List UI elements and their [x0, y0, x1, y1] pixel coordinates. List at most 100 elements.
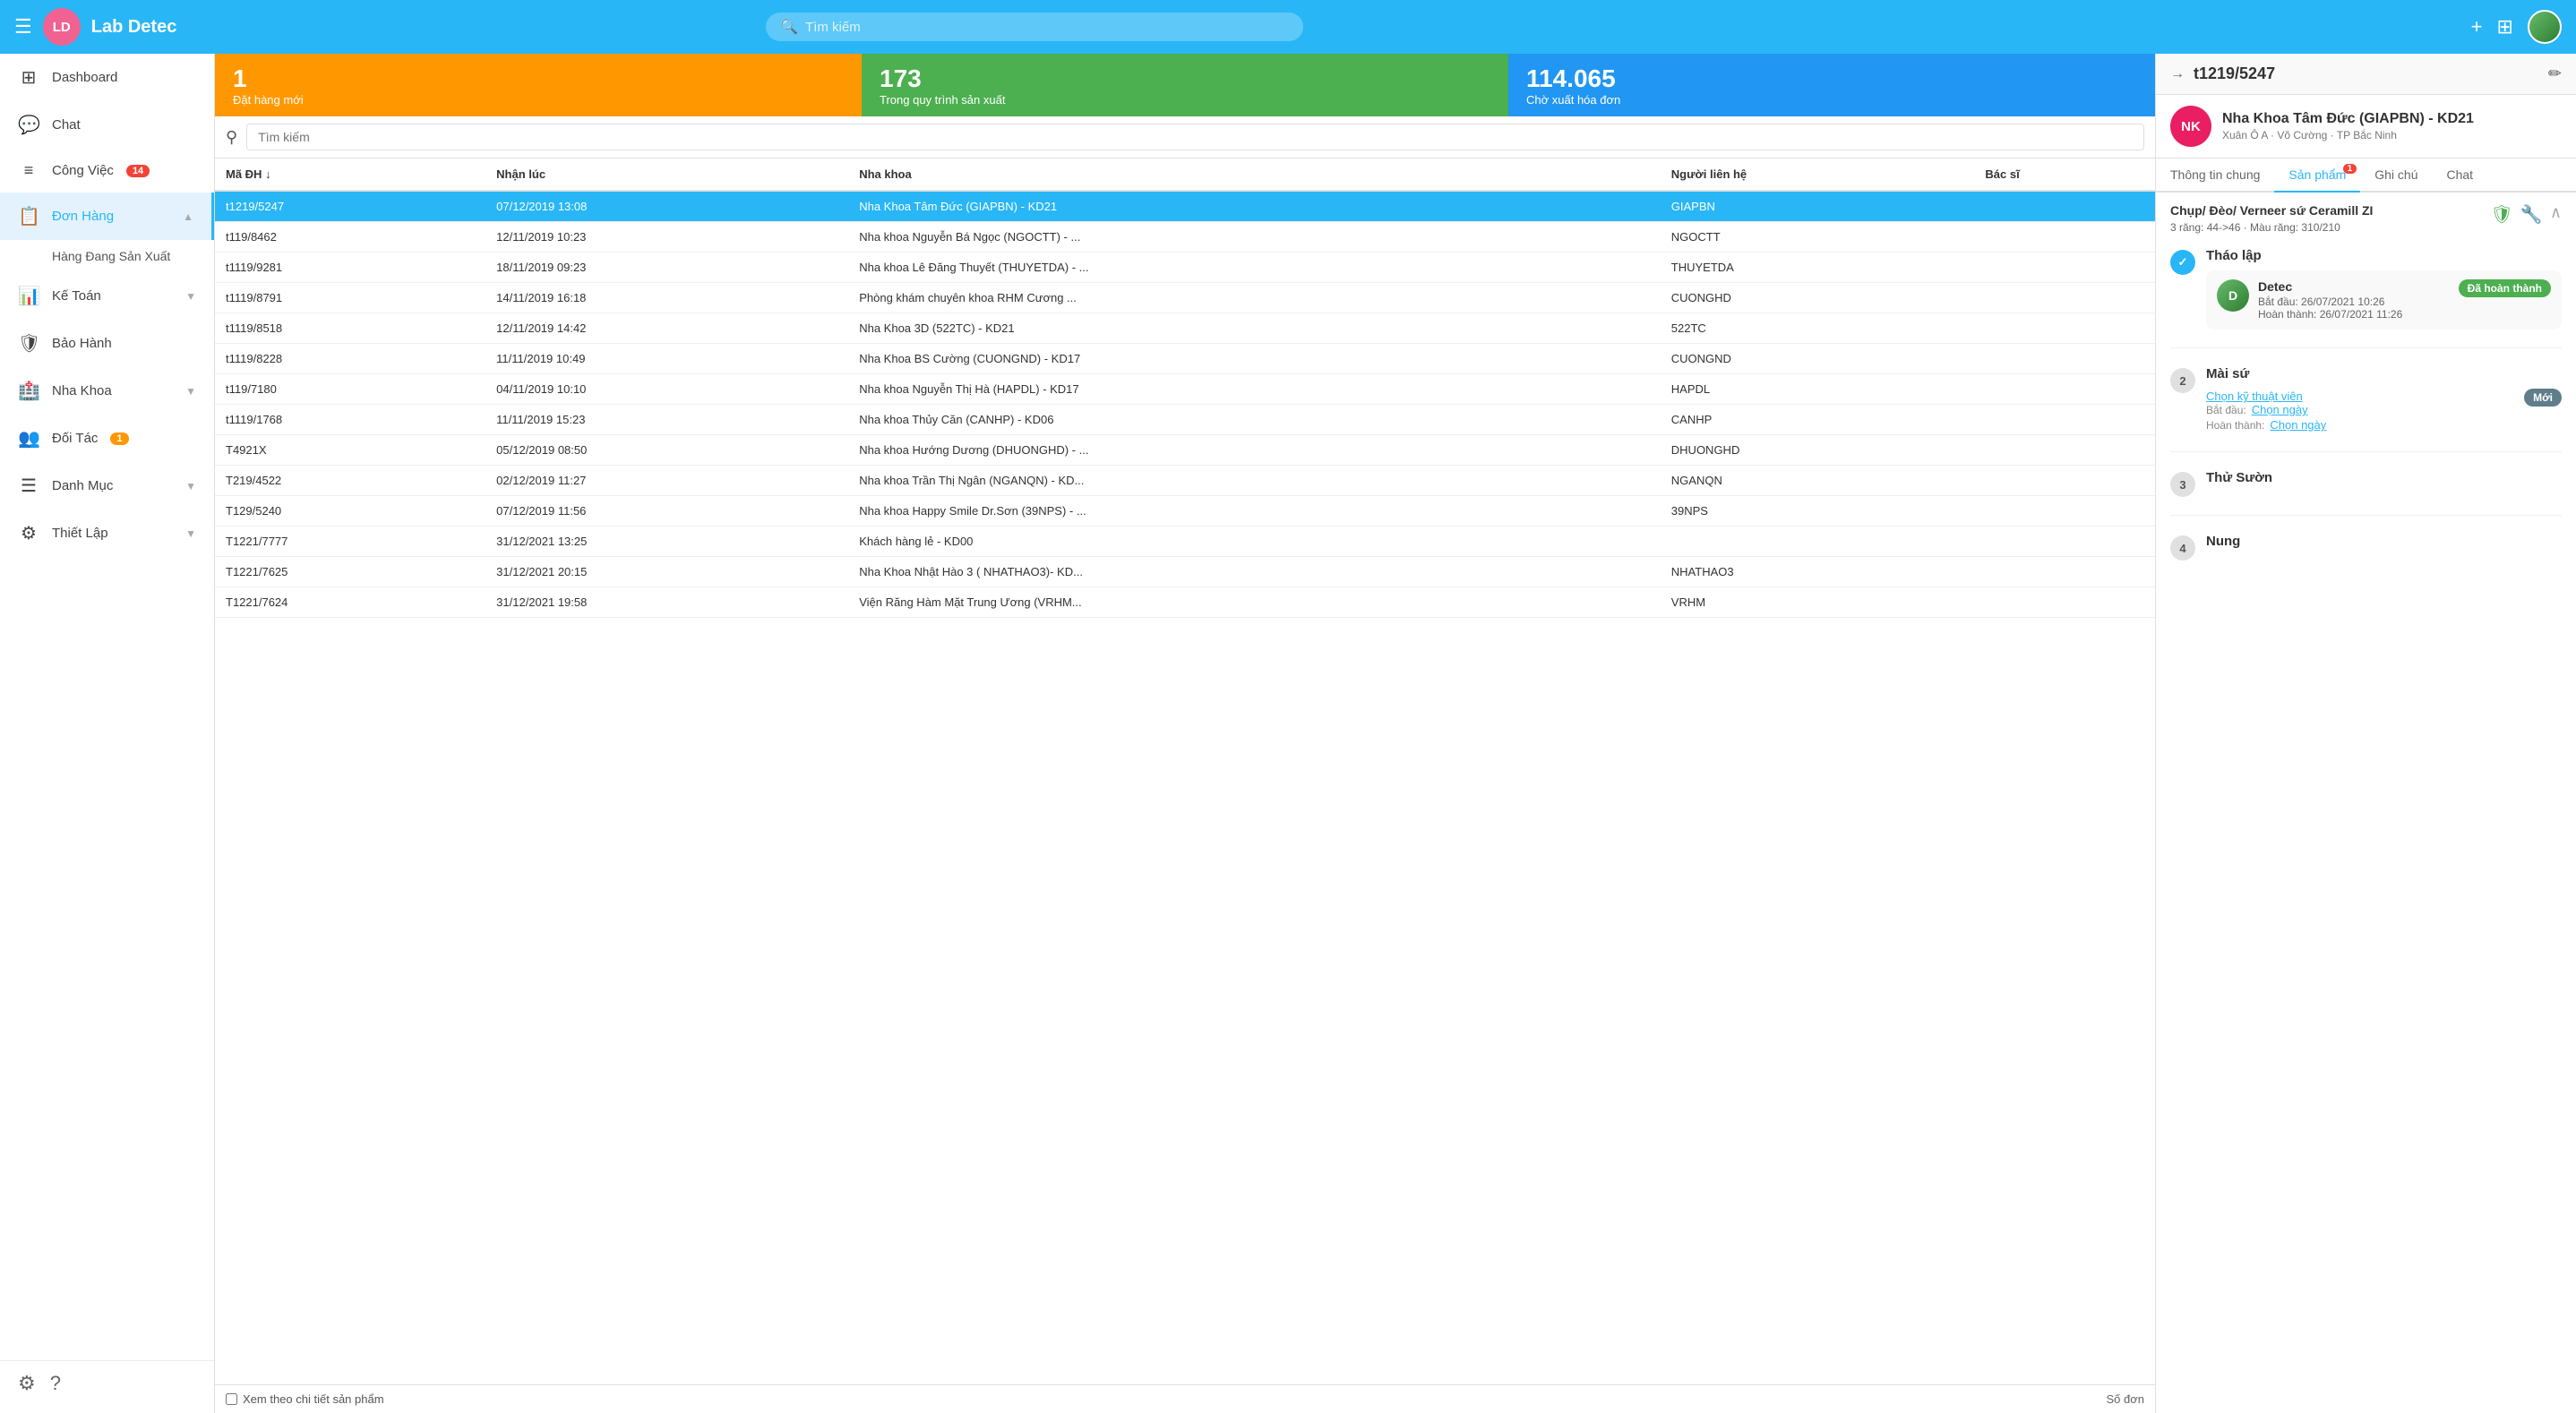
sidebar-item-ke-toan[interactable]: 📊 Kế Toán ▼ [0, 272, 214, 320]
cell-id: T1221/7777 [215, 527, 485, 557]
add-icon[interactable]: + [2471, 15, 2483, 39]
wrench-icon[interactable]: 🔧 [2520, 203, 2543, 226]
rp-body: Chụp/ Đèo/ Verneer sứ Ceramill ZI 3 răng… [2156, 193, 2576, 1413]
sidebar-item-hang-sx[interactable]: Hàng Đang Sản Xuất [0, 240, 214, 272]
qr-icon[interactable]: ⊞ [2497, 15, 2513, 39]
settings-bottom-icon[interactable]: ⚙ [18, 1372, 36, 1395]
nha-khoa-icon: 🏥 [18, 380, 39, 402]
cell-doctor [1974, 527, 2155, 557]
cell-date: 02/12/2019 11:27 [485, 466, 848, 496]
step-1-avatar: D [2217, 279, 2249, 312]
cell-doctor [1974, 283, 2155, 313]
collapse-icon[interactable]: ∧ [2550, 203, 2562, 226]
rp-edit-icon[interactable]: ✏ [2548, 64, 2562, 83]
stat-awaiting-invoice: 114.065 Chờ xuất hóa đơn [1508, 54, 2155, 116]
thiet-lap-arrow: ▼ [185, 527, 196, 540]
shield-check-icon[interactable]: 🛡 [2491, 203, 2513, 226]
cell-contact: HAPDL [1661, 374, 1975, 405]
table-row[interactable]: T4921X 05/12/2019 08:50 Nha khoa Hướng D… [215, 435, 2155, 466]
footer-right-label: Số đơn [2107, 1392, 2145, 1406]
table-search-input[interactable] [246, 124, 2144, 150]
table-row[interactable]: T1221/7625 31/12/2021 20:15 Nha Khoa Nhậ… [215, 557, 2155, 587]
don-hang-arrow: ▲ [183, 210, 193, 223]
cell-doctor [1974, 313, 2155, 344]
user-avatar[interactable] [2528, 10, 2562, 44]
tab-ghi-chu[interactable]: Ghi chú [2360, 158, 2432, 193]
step-indicator-2: 2 [2170, 368, 2195, 393]
danh-muc-arrow: ▼ [185, 480, 196, 492]
thiet-lap-icon: ⚙ [18, 522, 39, 544]
cell-contact: CUONGHD [1661, 283, 1975, 313]
search-input[interactable] [805, 20, 1289, 35]
tab-san-pham[interactable]: Sản phẩm 1 [2274, 158, 2360, 193]
table-row[interactable]: T129/5240 07/12/2019 11:56 Nha khoa Happ… [215, 496, 2155, 527]
cell-doctor [1974, 191, 2155, 222]
cell-clinic: Nha Khoa BS Cường (CUONGND) - KD17 [848, 344, 1661, 374]
table-row[interactable]: t119/8462 12/11/2019 10:23 Nha khoa Nguy… [215, 222, 2155, 253]
cell-id: t1119/8791 [215, 283, 485, 313]
table-row[interactable]: t1119/8518 12/11/2019 14:42 Nha Khoa 3D … [215, 313, 2155, 344]
help-icon[interactable]: ? [50, 1372, 61, 1395]
table-row[interactable]: T1221/7624 31/12/2021 19:58 Viện Răng Hà… [215, 587, 2155, 618]
sidebar-item-danh-muc[interactable]: ☰ Danh Mục ▼ [0, 462, 214, 510]
cell-doctor [1974, 587, 2155, 618]
step-2-start-link[interactable]: Chọn ngày [2252, 403, 2308, 416]
col-nhan-luc[interactable]: Nhận lúc [485, 158, 848, 191]
step-2-end-link[interactable]: Chọn ngày [2270, 418, 2326, 432]
table-row[interactable]: t1119/9281 18/11/2019 09:23 Nha khoa Lê … [215, 253, 2155, 283]
tab-thong-tin-chung[interactable]: Thông tin chung [2156, 158, 2274, 193]
footer-checkbox[interactable] [226, 1393, 237, 1405]
cell-doctor [1974, 466, 2155, 496]
step-indicator-1: ✓ [2170, 250, 2195, 275]
table-row[interactable]: t1219/5247 07/12/2019 13:08 Nha Khoa Tâm… [215, 191, 2155, 222]
ke-toan-arrow: ▼ [185, 290, 196, 303]
sidebar-item-dashboard[interactable]: ⊞ Dashboard [0, 54, 214, 101]
dashboard-icon: ⊞ [18, 66, 39, 89]
sidebar-item-don-hang[interactable]: 📋 Đơn Hàng ▲ [0, 193, 214, 240]
cell-contact: 522TC [1661, 313, 1975, 344]
tab-chat[interactable]: Chat [2432, 158, 2487, 193]
sidebar-item-doi-tac[interactable]: 👥 Đối Tác 1 [0, 415, 214, 462]
step-3-title: Thử Sườn [2206, 470, 2562, 485]
cell-clinic: Nha Khoa Nhật Hào 3 ( NHATHAO3)- KD... [848, 557, 1661, 587]
order-table-area: ⚲ Mã ĐH ↓ Nhận lúc Nha khoa Người liên h… [215, 116, 2155, 1413]
step-3-content: Thử Sườn [2206, 470, 2562, 492]
cell-clinic: Nha khoa Thủy Căn (CANHP) - KD06 [848, 405, 1661, 435]
stat-number-1: 173 [880, 64, 1490, 93]
sidebar-item-cong-viec[interactable]: ≡ Công Việc 14 [0, 149, 214, 193]
cell-date: 31/12/2021 13:25 [485, 527, 848, 557]
cell-clinic: Khách hàng lẻ - KD00 [848, 527, 1661, 557]
nha-khoa-arrow: ▼ [185, 385, 196, 398]
col-nguoi-lien-he[interactable]: Người liên hệ [1661, 158, 1975, 191]
col-ma-dh[interactable]: Mã ĐH ↓ [215, 158, 485, 191]
search-bar[interactable]: 🔍 [766, 13, 1303, 41]
sidebar-bottom: ⚙ ? [0, 1360, 214, 1406]
cell-doctor [1974, 222, 2155, 253]
table-row[interactable]: t119/7180 04/11/2019 10:10 Nha khoa Nguy… [215, 374, 2155, 405]
right-panel: → t1219/5247 ✏ NK Nha Khoa Tâm Đức (GIAP… [2155, 54, 2576, 1413]
table-row[interactable]: T1221/7777 31/12/2021 13:25 Khách hàng l… [215, 527, 2155, 557]
table-row[interactable]: t1119/8228 11/11/2019 10:49 Nha Khoa BS … [215, 344, 2155, 374]
col-bac-si[interactable]: Bác sĩ [1974, 158, 2155, 191]
sidebar-item-bao-hanh[interactable]: 🛡 Bảo Hành [0, 320, 214, 367]
footer-checkbox-label[interactable]: Xem theo chi tiết sản phẩm [226, 1392, 384, 1406]
cell-id: T4921X [215, 435, 485, 466]
filter-icon[interactable]: ⚲ [226, 128, 237, 147]
col-nha-khoa[interactable]: Nha khoa [848, 158, 1661, 191]
san-pham-badge: 1 [2343, 164, 2357, 174]
app-avatar: LD [43, 8, 81, 46]
step-2-inner: Chọn kỹ thuật viên Bắt đầu: Chọn ngày Ho… [2206, 389, 2562, 433]
step-3: 3 Thử Sườn [2170, 470, 2562, 516]
table-row[interactable]: t1119/1768 11/11/2019 15:23 Nha khoa Thủ… [215, 405, 2155, 435]
table-row[interactable]: t1119/8791 14/11/2019 16:18 Phòng khám c… [215, 283, 2155, 313]
sidebar-item-thiet-lap[interactable]: ⚙ Thiết Lập ▼ [0, 510, 214, 557]
step-2-link[interactable]: Chọn kỹ thuật viên [2206, 389, 2517, 403]
step-2: 2 Mài sứ Chọn kỹ thuật viên Bắt đầu: Chọ… [2170, 366, 2562, 452]
menu-icon[interactable]: ☰ [14, 15, 32, 39]
product-detail: 3 răng: 44->46 · Màu răng: 310/210 [2170, 221, 2373, 234]
rp-header: → t1219/5247 ✏ [2156, 54, 2576, 95]
rp-tabs: Thông tin chung Sản phẩm 1 Ghi chú Chat [2156, 158, 2576, 193]
sidebar-item-nha-khoa[interactable]: 🏥 Nha Khoa ▼ [0, 367, 214, 415]
table-row[interactable]: T219/4522 02/12/2019 11:27 Nha khoa Trần… [215, 466, 2155, 496]
sidebar-item-chat[interactable]: 💬 Chat [0, 101, 214, 149]
